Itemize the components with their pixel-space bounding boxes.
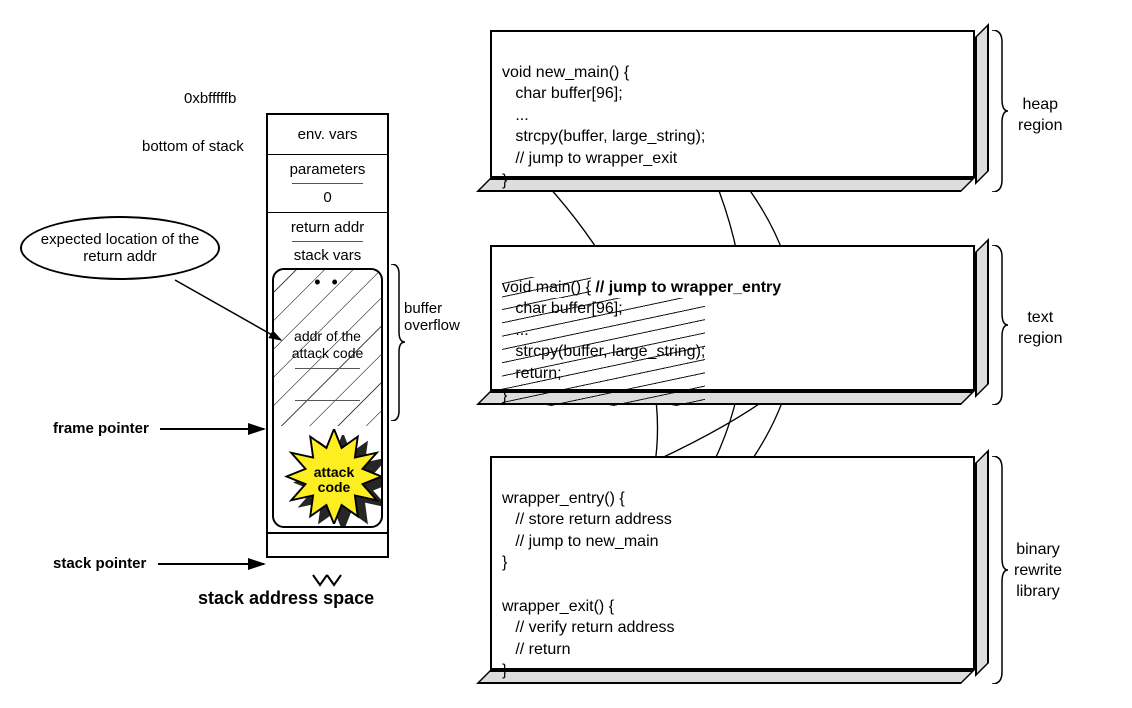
library-block: wrapper_entry() { // store return addres… [490, 456, 975, 670]
buffer-overflow-label: buffer overflow [404, 300, 460, 334]
code-struck-body: char buffer[96]; ... strcpy(buffer, larg… [502, 298, 705, 406]
env-vars: env. vars [268, 115, 387, 155]
jump-wrapper-entry: // jump to wrapper_entry [591, 279, 781, 296]
stack-box: env. vars parameters 0 return addr stack… [266, 113, 389, 558]
heap-l2: char buffer[96]; [502, 85, 623, 102]
stack-vars: stack vars [268, 245, 387, 266]
zero: 0 [268, 187, 387, 213]
top-addr-label: 0xbfffffb [184, 90, 236, 107]
heap-l6: } [502, 172, 507, 189]
heap-l1: void new_main() { [502, 64, 629, 81]
lib-l7: // verify return address [502, 619, 675, 636]
stack-bottom-gap [268, 532, 387, 556]
stack-pointer-label: stack pointer [53, 555, 146, 572]
expected-location-ellipse: expected location of the return addr [20, 216, 220, 280]
attack-code-starburst: attack code [284, 429, 383, 524]
lib-l4: } [502, 554, 507, 571]
heap-block: void new_main() { char buffer[96]; ... s… [490, 30, 975, 178]
lib-l6: wrapper_exit() { [502, 598, 614, 615]
lib-l2: // store return address [502, 511, 672, 528]
frame-pointer-label: frame pointer [53, 420, 149, 437]
binary-library-label: binary rewrite library [1014, 540, 1062, 602]
text-region-label: text region [1018, 308, 1062, 350]
attack-code-text: attack code [284, 465, 383, 496]
bottom-of-stack-label: bottom of stack [142, 138, 244, 155]
heap-l3: ... [502, 107, 529, 124]
return-addr: return addr [268, 213, 387, 238]
stack-caption: stack address space [198, 588, 374, 609]
heap-region-label: heap region [1018, 95, 1062, 137]
heap-l5: // jump to wrapper_exit [502, 150, 677, 167]
text-block: void main() { // jump to wrapper_entry c… [490, 245, 975, 391]
lib-l3: // jump to new_main [502, 533, 659, 550]
lib-l8: // return [502, 641, 570, 658]
lib-l1: wrapper_entry() { [502, 490, 625, 507]
code-struck-main: void main() { [502, 277, 591, 299]
parameters: parameters [268, 155, 387, 180]
heap-l4: strcpy(buffer, large_string); [502, 128, 705, 145]
lib-l9: } [502, 662, 507, 679]
stack-diagram: 0xbfffffb bottom of stack env. vars para… [20, 90, 500, 690]
continuation-dots: • • [274, 270, 381, 295]
addr-of-attack-code: addr of the attack code [279, 328, 376, 362]
memory-regions: void new_main() { char buffer[96]; ... s… [490, 20, 1120, 700]
inner-rounded-box: • • addr of the attack code attack code [272, 268, 383, 528]
